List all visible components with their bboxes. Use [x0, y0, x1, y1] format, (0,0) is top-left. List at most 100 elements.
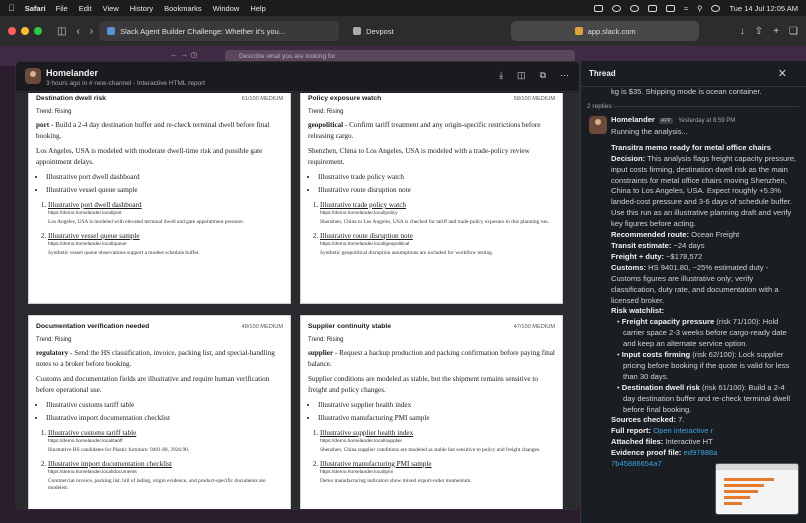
devpost-icon [353, 27, 362, 35]
more-icon[interactable]: ⋯ [560, 70, 569, 81]
trend: Trend: Rising [36, 337, 72, 343]
forward-icon[interactable]: › [90, 26, 93, 37]
avatar[interactable] [25, 68, 41, 84]
wifi-icon[interactable]: ≈ [684, 4, 688, 13]
clock[interactable]: Tue 14 Jul 12:05 AM [729, 4, 798, 13]
source-note: Commercial invoice, packing list, bill o… [48, 477, 266, 492]
tab-devpost-challenge[interactable]: Slack Agent Builder Challenge: Whether i… [99, 21, 340, 41]
source-note: Shenzhen, China to Los Angeles, USA is c… [320, 219, 550, 225]
thread-body: kg is $35. Shipping mode is ocean contai… [581, 87, 806, 523]
source-note: Illustrative HS candidates for Plastic f… [48, 447, 190, 453]
control-center-icon[interactable] [711, 4, 721, 12]
risk-item: • Destination dwell risk (risk 61/100): … [617, 382, 791, 414]
close-icon[interactable]: ✕ [778, 67, 787, 80]
source-link[interactable]: Illustrative import documentation checkl… [48, 460, 172, 468]
evidence-link-continued[interactable]: 7b45886654a7 [611, 459, 662, 468]
full-report-line: Full report: Open interactive r [611, 426, 714, 436]
notion-icon[interactable] [593, 4, 603, 12]
transit-text: Transit estimate: ~24 days [611, 240, 705, 250]
trend: Trend: Rising [308, 337, 344, 343]
close-window-button[interactable] [8, 27, 16, 35]
message-time[interactable]: Yesterday at 8:59 PM [678, 118, 735, 124]
history-nav-icon[interactable]: ← → ◷ [170, 50, 197, 59]
tab-overview-icon[interactable]: ❏ [789, 26, 798, 37]
source-url: https://demo.homelander.local/pmi [320, 469, 394, 475]
menu-app-name[interactable]: Safari [25, 4, 46, 13]
screenshot-thumbnail[interactable] [715, 463, 799, 515]
source-link[interactable]: Illustrative trade policy watch [320, 201, 406, 209]
status-icon[interactable] [611, 4, 621, 12]
devpost-favicon-icon [107, 27, 116, 35]
menu-window[interactable]: Window [213, 4, 240, 13]
download-icon[interactable]: ⤓ [499, 70, 503, 81]
source-list: Illustrative port dwell dashboard https:… [36, 201, 283, 257]
memo-title: Transitra memo ready for metal office ch… [611, 142, 771, 152]
download-icon[interactable]: ↓ [740, 26, 745, 37]
battery-icon[interactable] [665, 4, 675, 12]
risk-card: Destination dwell risk 61/100 MEDIUM Tre… [28, 93, 291, 304]
evidence-link[interactable]: ed97888a [681, 448, 718, 457]
menu-edit[interactable]: Edit [79, 4, 92, 13]
attached-files-line: Attached files: Interactive HT [611, 437, 713, 447]
panel-title: Homelander [46, 68, 99, 78]
list-item: Illustrative import documentation checkl… [46, 412, 283, 425]
source-url: https://demo.homelander.local/tariff [48, 439, 123, 444]
open-report-link[interactable]: Open interactive r [651, 426, 713, 435]
previous-message-line: kg is $35. Shipping mode is ocean contai… [611, 87, 762, 96]
zoom-window-button[interactable] [34, 27, 42, 35]
source-link[interactable]: Illustrative supplier health index [320, 429, 413, 437]
thumbnail-bar [724, 502, 742, 505]
source-note: Synthetic geopolitical disruption assump… [320, 249, 494, 256]
sidebar-icon[interactable]: ◫ [57, 26, 66, 37]
message-author[interactable]: Homelander [611, 115, 655, 124]
address-bar[interactable]: app.slack.com [511, 21, 700, 41]
source-link[interactable]: Illustrative vessel queue sample [48, 232, 140, 240]
avatar[interactable] [589, 116, 607, 134]
source-note: Shenzhen, China supplier conditions are … [320, 447, 541, 453]
decision-text: Decision: This analysis flags freight ca… [611, 153, 797, 229]
menu-help[interactable]: Help [250, 4, 265, 13]
source-item: Illustrative port dwell dashboard https:… [48, 201, 283, 227]
card-title: Supplier continuity stable [308, 323, 392, 330]
html-report-panel: Homelander 3 hours ago in # new-channel … [15, 61, 580, 510]
source-item: Illustrative supplier health index https… [320, 429, 555, 455]
display-icon[interactable] [647, 4, 657, 12]
source-link[interactable]: Illustrative manufacturing PMI sample [320, 460, 432, 468]
new-tab-icon[interactable]: + [773, 26, 779, 37]
action-text: geopolitical - Confirm tariff treatment … [308, 121, 541, 140]
source-link[interactable]: Illustrative route disruption note [320, 232, 413, 240]
source-item: Illustrative route disruption note https… [320, 232, 555, 258]
search-icon[interactable]: ⚲ [697, 4, 703, 13]
action-text: supplier - Request a backup production a… [308, 349, 555, 368]
list-item: Illustrative trade policy watch [318, 171, 555, 184]
slack-favicon-icon [574, 27, 583, 35]
thumbnail-bar [724, 496, 750, 499]
source-link[interactable]: Illustrative port dwell dashboard [48, 201, 142, 209]
share-icon[interactable]: ⇧ [755, 26, 763, 37]
tab-devpost[interactable]: Devpost [345, 21, 505, 41]
risk-card: Documentation verification needed 48/100… [28, 315, 291, 509]
split-view-icon[interactable]: ◫ [517, 70, 526, 81]
action-text: port - Build a 2-4 day destination buffe… [36, 121, 270, 140]
source-item: Illustrative manufacturing PMI sample ht… [320, 460, 555, 486]
trend: Trend: Rising [308, 109, 344, 115]
minimize-window-button[interactable] [21, 27, 29, 35]
list-item: Illustrative supplier health index [318, 399, 555, 412]
report-document: Destination dwell risk 61/100 MEDIUM Tre… [16, 93, 579, 509]
source-link[interactable]: Illustrative customs tariff table [48, 429, 136, 437]
back-icon[interactable]: ‹ [76, 26, 79, 37]
thread-header: Thread ✕ [581, 61, 806, 87]
tab-label: Devpost [366, 26, 394, 36]
source-url: https://demo.homelander.local/geopolitic… [320, 241, 410, 247]
apple-menu-icon[interactable]:  [8, 3, 15, 13]
menu-bookmarks[interactable]: Bookmarks [164, 4, 202, 13]
copy-icon[interactable]: ⧉ [540, 70, 546, 81]
thumbnail-toolbar [716, 464, 798, 470]
menu-file[interactable]: File [56, 4, 68, 13]
menu-view[interactable]: View [103, 4, 119, 13]
menu-history[interactable]: History [130, 4, 153, 13]
thumbnail-bar [724, 490, 758, 493]
bullet-list: Illustrative customs tariff table Illust… [36, 399, 283, 425]
vpn-icon[interactable] [629, 4, 639, 12]
thread-message: Homelander APP Yesterday at 8:59 PM Runn… [611, 115, 799, 470]
